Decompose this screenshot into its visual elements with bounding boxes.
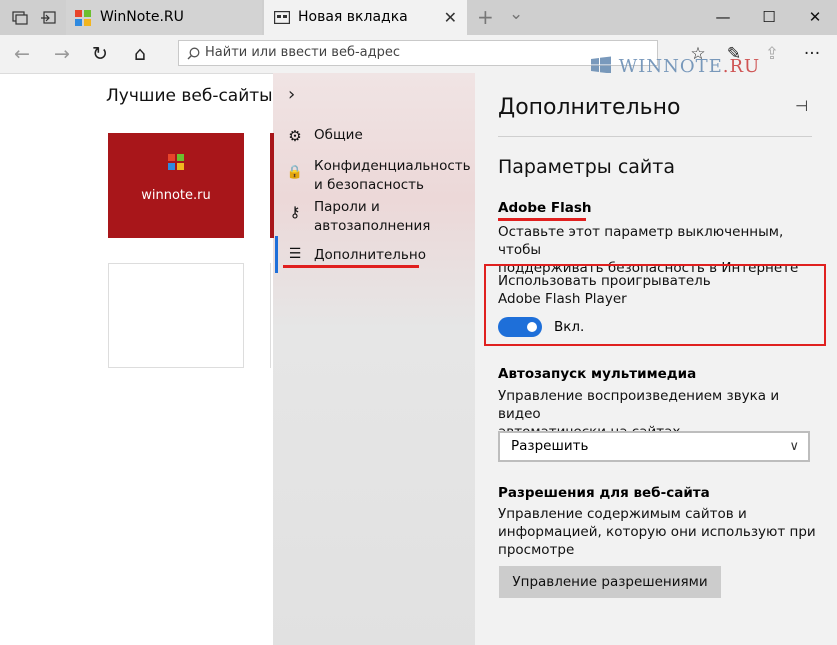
more-menu-icon[interactable]: ··· <box>794 35 830 73</box>
toggle-knob <box>527 322 537 332</box>
chevron-down-icon: ∨ <box>789 439 799 454</box>
winnote-favicon-icon <box>75 10 91 26</box>
permissions-description-line: Управление содержимым сайтов и <box>498 506 747 522</box>
tab-winnote[interactable]: WinNote.RU <box>66 0 262 35</box>
address-bar[interactable]: Найти или ввести веб-адрес <box>178 40 658 66</box>
select-value: Разрешить <box>511 438 589 454</box>
menu-label: Общие <box>314 127 363 143</box>
option-label-line: Adobe Flash Player <box>498 291 627 307</box>
menu-label: Дополнительно <box>314 247 426 263</box>
settings-menu-item-general[interactable]: ⚙ Общие <box>273 126 475 146</box>
new-tab-page-icon <box>274 11 290 24</box>
refresh-button[interactable]: ↻ <box>80 35 120 73</box>
menu-label: Конфиденциальность и безопасность <box>314 158 471 193</box>
tab-title: WinNote.RU <box>100 9 184 25</box>
menu-label: Пароли и автозаполнения <box>314 199 431 234</box>
permissions-description-line: информацией, которую они используют при <box>498 524 816 540</box>
maximize-button[interactable]: ☐ <box>746 0 792 35</box>
tab-bar: WinNote.RU Новая вкладка ✕ + ⌄ — ☐ ✕ <box>0 0 837 35</box>
address-placeholder: Найти или ввести веб-адрес <box>205 45 401 60</box>
top-site-tile-winnote[interactable]: winnote.ru <box>108 133 244 238</box>
manage-permissions-button[interactable]: Управление разрешениями <box>499 566 721 598</box>
top-site-tile-empty[interactable] <box>108 263 244 368</box>
close-tab-icon[interactable]: ✕ <box>444 0 457 35</box>
sliders-icon: ☰ <box>288 246 302 262</box>
autoplay-heading: Автозапуск мультимедиа <box>498 366 697 382</box>
settings-menu-item-advanced[interactable]: ☰ Дополнительно <box>273 246 475 266</box>
top-sites-title: Лучшие веб-сайты <box>106 86 273 106</box>
section-title: Параметры сайта <box>498 156 675 178</box>
close-window-button[interactable]: ✕ <box>792 0 837 35</box>
tab-title: Новая вкладка <box>298 9 408 25</box>
divider <box>498 136 812 137</box>
winnote-logo-icon <box>168 154 184 170</box>
flash-heading: Adobe Flash <box>498 200 592 216</box>
flash-description-line: Оставьте этот параметр выключенным, чтоб… <box>498 224 784 258</box>
back-button[interactable]: ← <box>2 35 42 73</box>
tab-list-chevron-icon[interactable]: ⌄ <box>509 4 523 24</box>
new-tab-button[interactable]: + <box>477 5 494 29</box>
flash-player-option-label: Использовать проигрыватель Adobe Flash P… <box>498 272 818 308</box>
toggle-state-label: Вкл. <box>554 319 585 335</box>
settings-menu-item-passwords[interactable]: ⚷ Пароли и автозаполнения <box>273 198 475 236</box>
highlight-underline <box>283 265 419 268</box>
option-label-line: Использовать проигрыватель <box>498 273 711 289</box>
gear-icon: ⚙ <box>288 127 302 145</box>
pin-icon[interactable]: ⊣ <box>795 97 808 115</box>
tab-new-tab[interactable]: Новая вкладка ✕ <box>264 0 467 35</box>
autoplay-description-line: Управление воспроизведением звука и виде… <box>498 388 780 422</box>
settings-menu-item-privacy[interactable]: 🔒 Конфиденциальность и безопасность <box>273 157 475 195</box>
forward-button[interactable]: → <box>42 35 82 73</box>
permissions-description: Управление содержимым сайтов и информаци… <box>498 505 818 559</box>
lock-icon: 🔒 <box>286 165 304 180</box>
tab-preview-icon[interactable] <box>12 11 28 25</box>
home-button[interactable]: ⌂ <box>120 35 160 73</box>
set-aside-tabs-icon[interactable] <box>40 11 56 25</box>
autoplay-select[interactable]: Разрешить ∨ <box>498 431 810 462</box>
minimize-button[interactable]: — <box>700 0 746 35</box>
permissions-description-line: просмотре <box>498 542 575 558</box>
windows-logo-icon <box>591 56 611 74</box>
flash-player-toggle[interactable] <box>498 317 542 337</box>
tile-label: winnote.ru <box>141 188 211 203</box>
permissions-heading: Разрешения для веб-сайта <box>498 485 710 501</box>
highlight-underline <box>498 218 586 221</box>
key-icon: ⚷ <box>289 203 301 221</box>
search-icon <box>187 47 200 60</box>
collapse-chevron-icon[interactable]: › <box>288 84 295 105</box>
panel-title: Дополнительно <box>498 95 681 120</box>
